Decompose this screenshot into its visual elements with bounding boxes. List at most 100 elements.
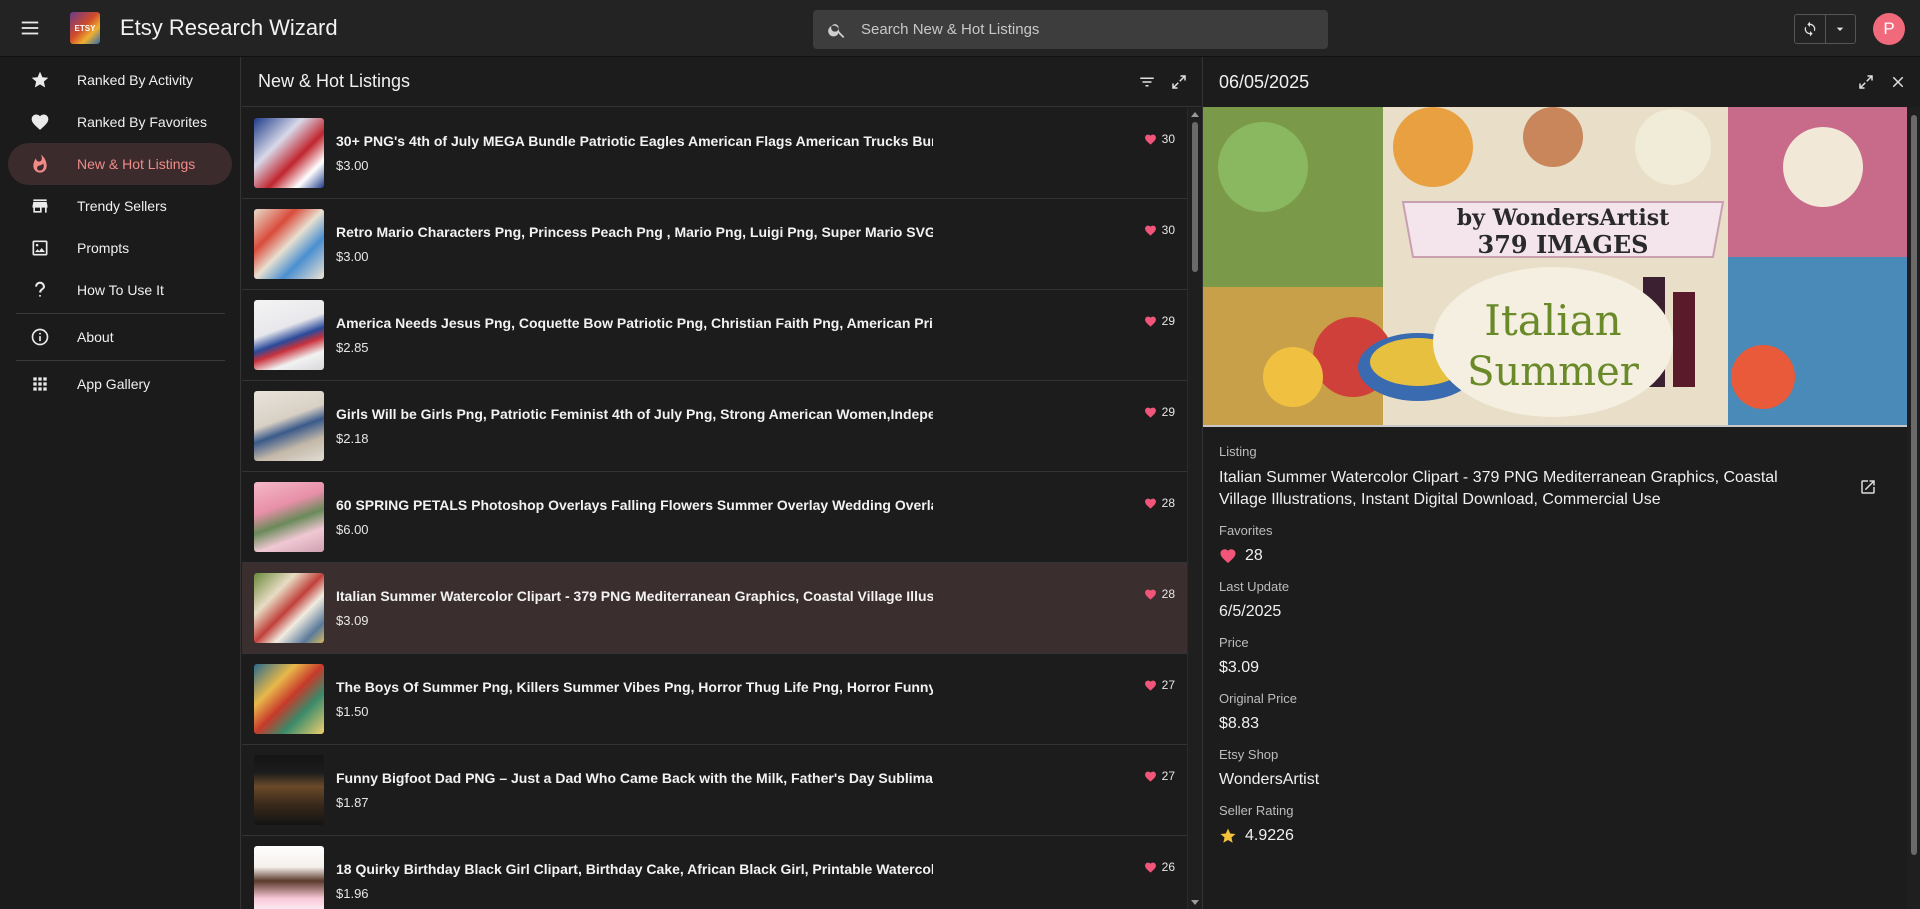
listing-thumbnail (254, 755, 324, 825)
heart-icon (1144, 680, 1156, 691)
price-value: $3.09 (1219, 659, 1260, 676)
etsy-shop-field: Etsy Shop WondersArtist (1219, 747, 1889, 791)
sidebar-item-app-gallery[interactable]: App Gallery (8, 363, 232, 405)
favorites-count: 29 (1144, 405, 1175, 419)
sidebar-item-trendy-sellers[interactable]: Trendy Sellers (8, 185, 232, 227)
filter-button[interactable] (1136, 71, 1158, 93)
open-in-new-icon (1861, 480, 1875, 494)
hero-title-line4: Summer (1467, 349, 1640, 395)
heart-icon (1144, 407, 1156, 418)
listing-detail-panel: 06/05/2025 by WondersArtist 379 IMAGES I… (1202, 57, 1920, 909)
expand-icon (1859, 75, 1873, 89)
listing-price: $6.00 (336, 522, 369, 537)
favorites-count: 29 (1144, 314, 1175, 328)
open-listing-button[interactable] (1859, 478, 1879, 498)
last-update-value: 6/5/2025 (1219, 603, 1282, 620)
heart-icon (1144, 862, 1156, 873)
detail-scrollbar[interactable] (1907, 107, 1920, 909)
scroll-up-arrow-icon[interactable] (1191, 112, 1199, 117)
heart-icon (1144, 225, 1156, 236)
sidebar-item-label: About (77, 329, 114, 345)
favorites-count: 27 (1144, 769, 1175, 783)
app-title: Etsy Research Wizard (120, 15, 338, 40)
sidebar-item-about[interactable]: About (8, 316, 232, 358)
listing-title-value: Italian Summer Watercolor Clipart - 379 … (1219, 469, 1778, 508)
hero-title-line2: 379 IMAGES (1478, 230, 1649, 259)
listing-price: $3.09 (336, 613, 369, 628)
sidebar-item-label: How To Use It (77, 282, 164, 298)
sidebar-item-how-to-use-it[interactable]: How To Use It (8, 269, 232, 311)
listings-list: 30+ PNG's 4th of July MEGA Bundle Patrio… (242, 108, 1187, 909)
listing-thumbnail (254, 846, 324, 909)
table-row[interactable]: 60 SPRING PETALS Photoshop Overlays Fall… (242, 472, 1187, 563)
filter-icon (1140, 77, 1154, 87)
table-row[interactable]: Funny Bigfoot Dad PNG – Just a Dad Who C… (242, 745, 1187, 836)
shop-value: WondersArtist (1219, 771, 1320, 788)
listing-price: $2.18 (336, 431, 369, 446)
listing-price: $1.50 (336, 704, 369, 719)
sidebar-item-new-hot-listings[interactable]: New & Hot Listings (8, 143, 232, 185)
favorites-value: 28 (1161, 496, 1175, 510)
app-logo: ETSY (70, 12, 100, 44)
price-field: Price $3.09 (1219, 635, 1889, 679)
sidebar-item-prompts[interactable]: Prompts (8, 227, 232, 269)
image-icon (32, 240, 48, 256)
sidebar-item-label: Ranked By Favorites (77, 114, 207, 130)
table-row[interactable]: The Boys Of Summer Png, Killers Summer V… (242, 654, 1187, 745)
sidebar-divider (16, 313, 225, 314)
close-detail-button[interactable] (1887, 71, 1909, 93)
apps-grid-icon (33, 377, 47, 391)
star-icon (1220, 828, 1236, 843)
heart-icon (1220, 549, 1236, 564)
listing-details: Listing Italian Summer Watercolor Clipar… (1219, 444, 1889, 859)
favorites-count: 26 (1144, 860, 1175, 874)
sidebar-item-label: App Gallery (77, 376, 151, 392)
detail-header: 06/05/2025 (1203, 57, 1920, 107)
sidebar-item-ranked-by-activity[interactable]: Ranked By Activity (8, 59, 232, 101)
refresh-button[interactable] (1795, 15, 1825, 43)
hero-title-line1: by WondersArtist (1457, 205, 1670, 231)
favorites-field: Favorites 28 (1219, 523, 1889, 567)
expand-panel-button[interactable] (1168, 71, 1190, 93)
refresh-options-dropdown[interactable] (1824, 15, 1855, 43)
field-label: Etsy Shop (1219, 747, 1279, 762)
app-root: ETSY Etsy Research Wizard P Ranked By Ac… (0, 0, 1920, 909)
scrollbar-thumb[interactable] (1192, 122, 1198, 272)
field-label: Price (1219, 635, 1249, 650)
expand-icon (1172, 75, 1186, 89)
search-input[interactable] (861, 21, 1301, 38)
detail-date: 06/05/2025 (1219, 71, 1310, 92)
favorites-value: 30 (1161, 223, 1175, 237)
scroll-down-arrow-icon[interactable] (1191, 900, 1199, 905)
scrollbar-thumb[interactable] (1911, 115, 1917, 855)
table-row[interactable]: America Needs Jesus Png, Coquette Bow Pa… (242, 290, 1187, 381)
table-row[interactable]: Girls Will be Girls Png, Patriotic Femin… (242, 381, 1187, 472)
favorites-value: 29 (1161, 314, 1175, 328)
table-row[interactable]: 18 Quirky Birthday Black Girl Clipart, B… (242, 836, 1187, 909)
field-label: Seller Rating (1219, 803, 1294, 818)
listing-title: Retro Mario Characters Png, Princess Pea… (336, 224, 933, 240)
menu-button[interactable] (0, 0, 60, 57)
favorites-value: 28 (1161, 587, 1175, 601)
sidebar-item-ranked-by-favorites[interactable]: Ranked By Favorites (8, 101, 232, 143)
listings-scrollbar[interactable] (1187, 108, 1201, 909)
user-avatar[interactable]: P (1873, 13, 1905, 45)
search-bar (813, 10, 1328, 49)
last-update-field: Last Update 6/5/2025 (1219, 579, 1889, 623)
listing-thumbnail (254, 118, 324, 188)
expand-detail-button[interactable] (1855, 71, 1877, 93)
table-row[interactable]: Retro Mario Characters Png, Princess Pea… (242, 199, 1187, 290)
sidebar-item-label: Ranked By Activity (77, 72, 193, 88)
sidebar-item-label: Prompts (77, 240, 130, 256)
listing-price: $2.85 (336, 340, 369, 355)
listing-price: $1.87 (336, 795, 369, 810)
table-row-selected[interactable]: Italian Summer Watercolor Clipart - 379 … (242, 563, 1187, 654)
close-icon (1892, 76, 1904, 88)
listing-thumbnail (254, 391, 324, 461)
listing-thumbnail (254, 482, 324, 552)
hero-illustration: by WondersArtist 379 IMAGES Italian Summ… (1203, 107, 1908, 427)
listings-panel-title: New & Hot Listings (258, 71, 411, 91)
seller-rating-field: Seller Rating 4.9226 (1219, 803, 1889, 847)
listing-thumbnail (254, 300, 324, 370)
table-row[interactable]: 30+ PNG's 4th of July MEGA Bundle Patrio… (242, 108, 1187, 199)
